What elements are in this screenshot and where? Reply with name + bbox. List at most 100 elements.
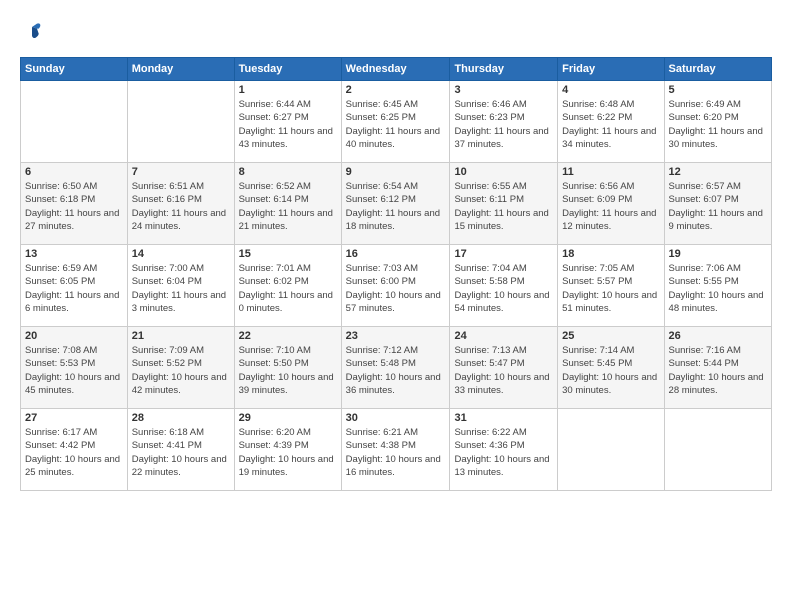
calendar-cell: 31 Sunrise: 6:22 AM Sunset: 4:36 PM Dayli… [450, 409, 558, 491]
day-info: Sunrise: 6:44 AM Sunset: 6:27 PM Dayligh… [239, 98, 337, 151]
day-info: Sunrise: 7:09 AM Sunset: 5:52 PM Dayligh… [132, 344, 230, 397]
day-info: Sunrise: 7:13 AM Sunset: 5:47 PM Dayligh… [454, 344, 553, 397]
calendar-cell: 17Sunrise: 7:04 AM Sunset: 5:58 PM Dayli… [450, 245, 558, 327]
day-info: Sunrise: 6:56 AM Sunset: 6:09 PM Dayligh… [562, 180, 659, 233]
day-number: 23 [346, 330, 446, 342]
week-row-2: 6 Sunrise: 6:50 AM Sunset: 6:18 PM Daylig… [21, 163, 772, 245]
calendar-cell: 25 Sunrise: 7:14 AM Sunset: 5:45 PM Dayli… [558, 327, 664, 409]
day-info: Sunrise: 6:54 AM Sunset: 6:12 PM Dayligh… [346, 180, 446, 233]
day-number: 18 [562, 248, 659, 260]
calendar-cell: 18 Sunrise: 7:05 AM Sunset: 5:57 PM Dayli… [558, 245, 664, 327]
weekday-header-row: SundayMondayTuesdayWednesdayThursdayFrid… [21, 58, 772, 81]
logo-icon [22, 22, 42, 42]
calendar-cell: 20 Sunrise: 7:08 AM Sunset: 5:53 PM Dayli… [21, 327, 128, 409]
day-info: Sunrise: 6:51 AM Sunset: 6:16 PM Dayligh… [132, 180, 230, 233]
weekday-header-tuesday: Tuesday [234, 58, 341, 81]
calendar-cell: 3 Sunrise: 6:46 AM Sunset: 6:23 PM Daylig… [450, 81, 558, 163]
day-number: 1 [239, 84, 337, 96]
day-info: Sunrise: 6:48 AM Sunset: 6:22 PM Dayligh… [562, 98, 659, 151]
calendar-cell: 11 Sunrise: 6:56 AM Sunset: 6:09 PM Dayli… [558, 163, 664, 245]
day-number: 11 [562, 166, 659, 178]
calendar-cell: 12 Sunrise: 6:57 AM Sunset: 6:07 PM Dayli… [664, 163, 771, 245]
day-number: 28 [132, 412, 230, 424]
day-info: Sunrise: 7:03 AM Sunset: 6:00 PM Dayligh… [346, 262, 446, 315]
day-number: 12 [669, 166, 767, 178]
day-number: 15 [239, 248, 337, 260]
day-info: Sunrise: 6:17 AM Sunset: 4:42 PM Dayligh… [25, 426, 123, 479]
calendar: SundayMondayTuesdayWednesdayThursdayFrid… [20, 57, 772, 491]
day-info: Sunrise: 7:01 AM Sunset: 6:02 PM Dayligh… [239, 262, 337, 315]
calendar-cell: 21Sunrise: 7:09 AM Sunset: 5:52 PM Dayli… [127, 327, 234, 409]
week-row-1: 1 Sunrise: 6:44 AM Sunset: 6:27 PM Daylig… [21, 81, 772, 163]
day-number: 17 [454, 248, 553, 260]
weekday-header-thursday: Thursday [450, 58, 558, 81]
calendar-cell [21, 81, 128, 163]
day-info: Sunrise: 6:52 AM Sunset: 6:14 PM Dayligh… [239, 180, 337, 233]
day-number: 26 [669, 330, 767, 342]
day-number: 3 [454, 84, 553, 96]
calendar-cell: 22Sunrise: 7:10 AM Sunset: 5:50 PM Dayli… [234, 327, 341, 409]
day-number: 29 [239, 412, 337, 424]
day-number: 25 [562, 330, 659, 342]
day-info: Sunrise: 6:49 AM Sunset: 6:20 PM Dayligh… [669, 98, 767, 151]
day-number: 2 [346, 84, 446, 96]
calendar-cell: 6 Sunrise: 6:50 AM Sunset: 6:18 PM Daylig… [21, 163, 128, 245]
day-number: 19 [669, 248, 767, 260]
day-number: 8 [239, 166, 337, 178]
day-info: Sunrise: 6:21 AM Sunset: 4:38 PM Dayligh… [346, 426, 446, 479]
day-info: Sunrise: 6:59 AM Sunset: 6:05 PM Dayligh… [25, 262, 123, 315]
day-info: Sunrise: 6:22 AM Sunset: 4:36 PM Dayligh… [454, 426, 553, 479]
day-info: Sunrise: 6:45 AM Sunset: 6:25 PM Dayligh… [346, 98, 446, 151]
calendar-cell: 1 Sunrise: 6:44 AM Sunset: 6:27 PM Daylig… [234, 81, 341, 163]
day-info: Sunrise: 7:16 AM Sunset: 5:44 PM Dayligh… [669, 344, 767, 397]
day-info: Sunrise: 6:50 AM Sunset: 6:18 PM Dayligh… [25, 180, 123, 233]
day-number: 24 [454, 330, 553, 342]
calendar-cell: 28 Sunrise: 6:18 AM Sunset: 4:41 PM Dayli… [127, 409, 234, 491]
day-info: Sunrise: 6:57 AM Sunset: 6:07 PM Dayligh… [669, 180, 767, 233]
calendar-cell: 8 Sunrise: 6:52 AM Sunset: 6:14 PM Daylig… [234, 163, 341, 245]
page: SundayMondayTuesdayWednesdayThursdayFrid… [0, 0, 792, 612]
day-info: Sunrise: 7:05 AM Sunset: 5:57 PM Dayligh… [562, 262, 659, 315]
logo [20, 20, 42, 47]
week-row-4: 20 Sunrise: 7:08 AM Sunset: 5:53 PM Dayli… [21, 327, 772, 409]
day-number: 4 [562, 84, 659, 96]
day-number: 13 [25, 248, 123, 260]
day-number: 7 [132, 166, 230, 178]
weekday-header-wednesday: Wednesday [341, 58, 450, 81]
day-number: 30 [346, 412, 446, 424]
day-info: Sunrise: 7:00 AM Sunset: 6:04 PM Dayligh… [132, 262, 230, 315]
day-number: 5 [669, 84, 767, 96]
calendar-cell: 9 Sunrise: 6:54 AM Sunset: 6:12 PM Daylig… [341, 163, 450, 245]
calendar-cell: 30 Sunrise: 6:21 AM Sunset: 4:38 PM Dayli… [341, 409, 450, 491]
calendar-cell: 29 Sunrise: 6:20 AM Sunset: 4:39 PM Dayli… [234, 409, 341, 491]
weekday-header-sunday: Sunday [21, 58, 128, 81]
week-row-3: 13 Sunrise: 6:59 AM Sunset: 6:05 PM Dayli… [21, 245, 772, 327]
calendar-cell [558, 409, 664, 491]
calendar-cell: 7 Sunrise: 6:51 AM Sunset: 6:16 PM Daylig… [127, 163, 234, 245]
day-info: Sunrise: 7:06 AM Sunset: 5:55 PM Dayligh… [669, 262, 767, 315]
day-number: 9 [346, 166, 446, 178]
day-number: 14 [132, 248, 230, 260]
day-info: Sunrise: 7:12 AM Sunset: 5:48 PM Dayligh… [346, 344, 446, 397]
day-number: 31 [454, 412, 553, 424]
day-info: Sunrise: 7:14 AM Sunset: 5:45 PM Dayligh… [562, 344, 659, 397]
week-row-5: 27Sunrise: 6:17 AM Sunset: 4:42 PM Dayli… [21, 409, 772, 491]
weekday-header-saturday: Saturday [664, 58, 771, 81]
day-info: Sunrise: 6:55 AM Sunset: 6:11 PM Dayligh… [454, 180, 553, 233]
day-number: 22 [239, 330, 337, 342]
day-number: 20 [25, 330, 123, 342]
calendar-cell: 13 Sunrise: 6:59 AM Sunset: 6:05 PM Dayli… [21, 245, 128, 327]
calendar-cell: 2 Sunrise: 6:45 AM Sunset: 6:25 PM Daylig… [341, 81, 450, 163]
calendar-cell: 24 Sunrise: 7:13 AM Sunset: 5:47 PM Dayli… [450, 327, 558, 409]
header [20, 16, 772, 47]
calendar-cell: 27Sunrise: 6:17 AM Sunset: 4:42 PM Dayli… [21, 409, 128, 491]
day-info: Sunrise: 7:08 AM Sunset: 5:53 PM Dayligh… [25, 344, 123, 397]
day-number: 6 [25, 166, 123, 178]
weekday-header-monday: Monday [127, 58, 234, 81]
weekday-header-friday: Friday [558, 58, 664, 81]
calendar-cell [664, 409, 771, 491]
day-info: Sunrise: 6:46 AM Sunset: 6:23 PM Dayligh… [454, 98, 553, 151]
day-info: Sunrise: 6:18 AM Sunset: 4:41 PM Dayligh… [132, 426, 230, 479]
day-number: 16 [346, 248, 446, 260]
day-info: Sunrise: 6:20 AM Sunset: 4:39 PM Dayligh… [239, 426, 337, 479]
